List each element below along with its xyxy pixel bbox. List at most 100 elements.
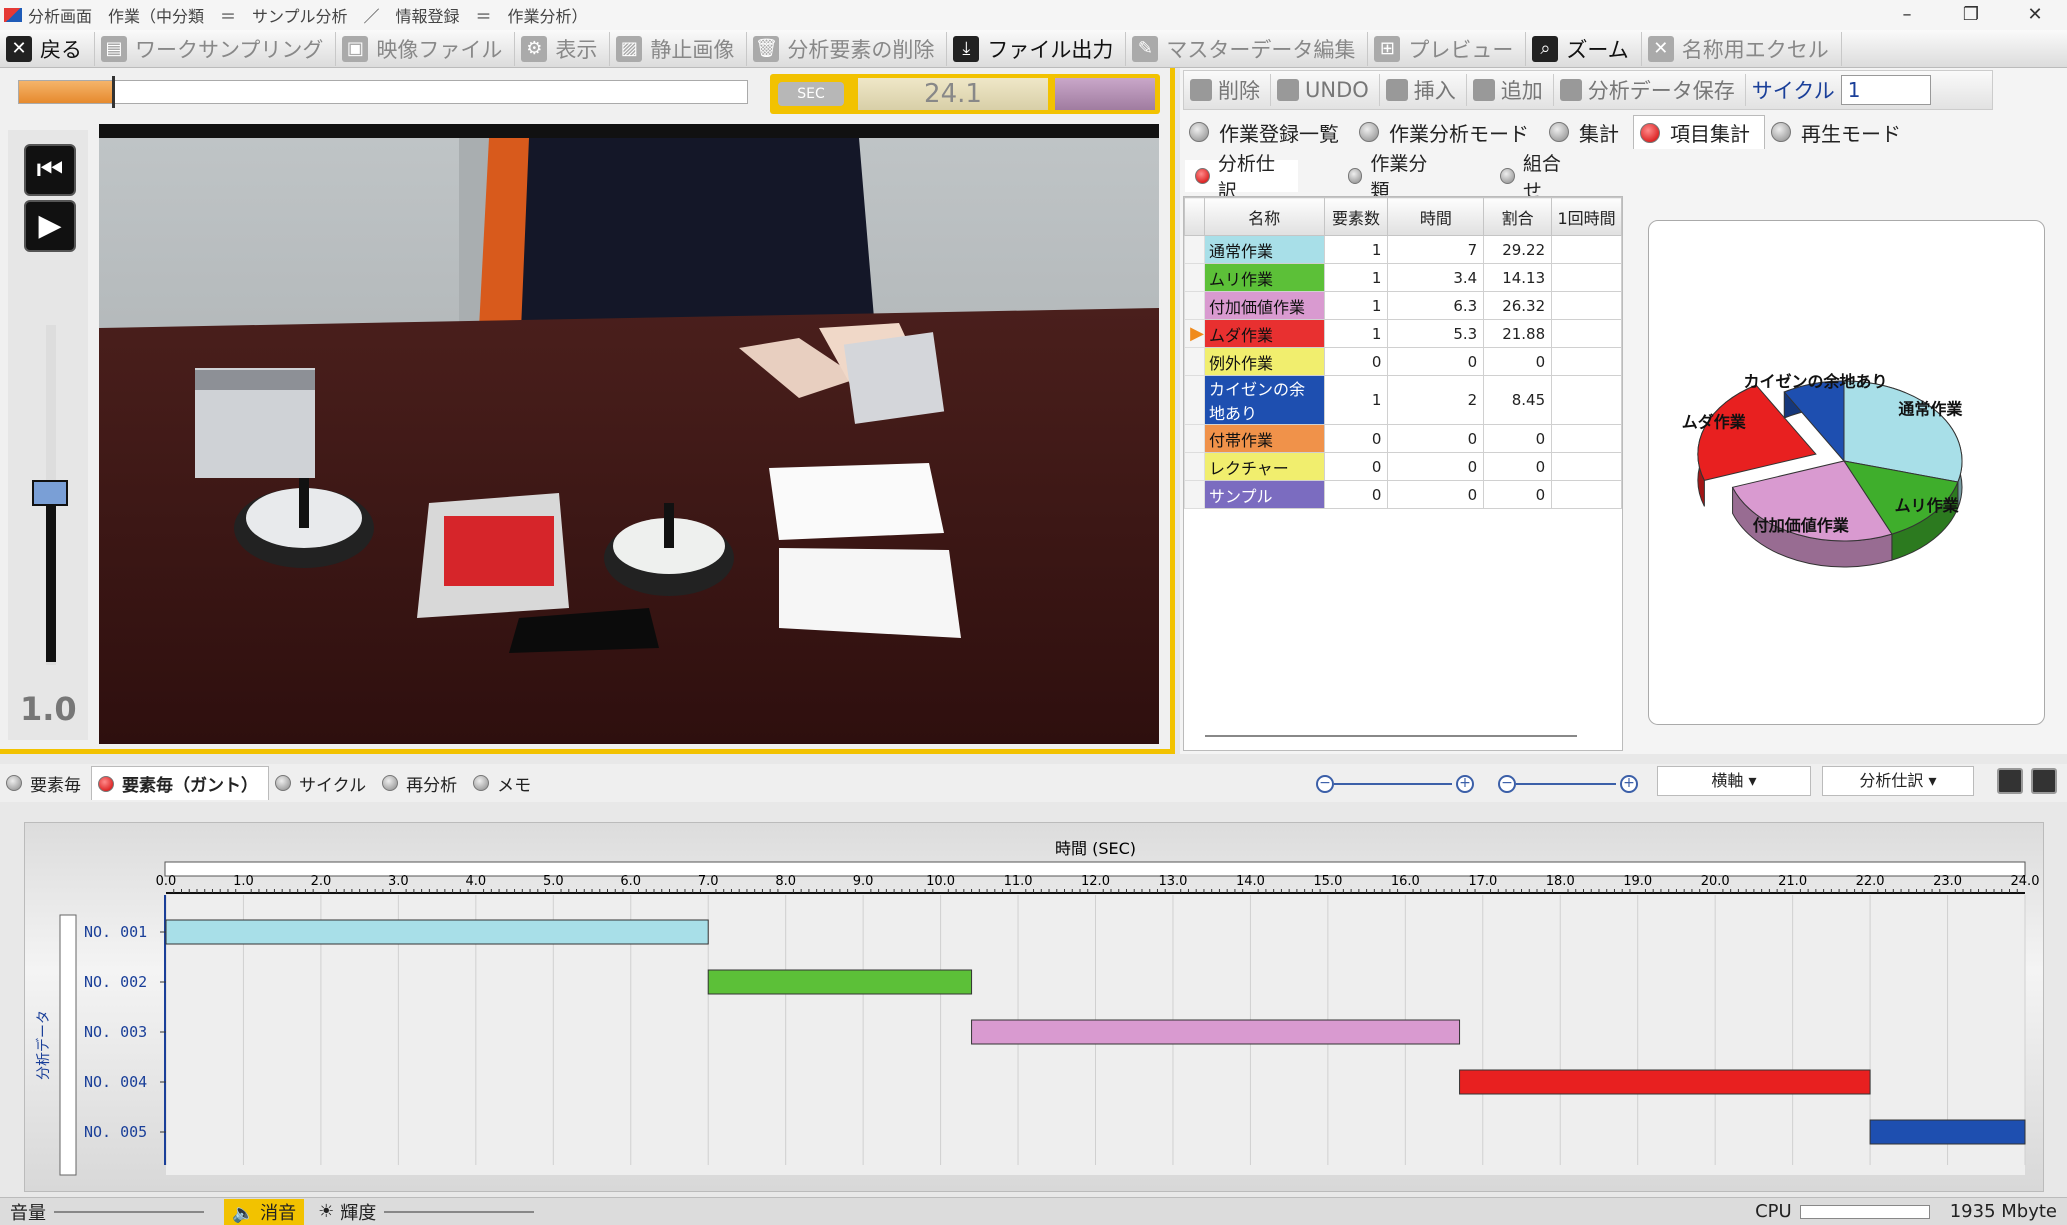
mute-button[interactable]: 🔈 消音 xyxy=(224,1198,305,1225)
gantt-bar[interactable] xyxy=(165,919,709,945)
gantt-tab-0[interactable]: 要素毎 xyxy=(0,766,91,800)
zoom-x-slider[interactable]: − + xyxy=(1316,775,1476,793)
zoom-y-slider[interactable]: − + xyxy=(1498,775,1638,793)
x-tick-label: 24.0 xyxy=(2011,874,2040,889)
speed-slider-knob[interactable] xyxy=(32,480,68,506)
tab-mode-3[interactable]: 項目集計 xyxy=(1633,115,1765,149)
toolbar-button-0[interactable]: ✕ 戻る xyxy=(0,31,95,66)
axis-dropdown[interactable]: 横軸 ▾ xyxy=(1657,766,1811,796)
row-name: ムダ作業 xyxy=(1203,319,1325,348)
volume-slider[interactable] xyxy=(54,1210,204,1213)
cpu-meter xyxy=(1799,1204,1930,1219)
gantt-bar[interactable] xyxy=(1869,1119,2026,1145)
table-row[interactable]: ▶ ムダ作業 1 5.3 21.88 xyxy=(1184,319,1622,348)
speaker-icon: 🔈 xyxy=(232,1202,255,1224)
tab-mode-0[interactable]: 作業登録一覧 xyxy=(1183,115,1353,149)
gantt-tab-4[interactable]: メモ xyxy=(467,766,541,800)
gantt-tab-3[interactable]: 再分析 xyxy=(376,766,467,800)
y-axis-label: 分析データ xyxy=(35,1010,52,1080)
video-still-image xyxy=(99,138,1159,744)
table-row[interactable]: サンプル 0 0 0 xyxy=(1184,480,1622,509)
toolbar-label: 静止画像 xyxy=(650,37,735,62)
row-time: 0 xyxy=(1387,424,1485,453)
zoom-in-icon[interactable]: + xyxy=(1456,775,1474,793)
x-tick-label: 21.0 xyxy=(1778,874,1807,889)
table-row[interactable]: ムリ作業 1 3.4 14.13 xyxy=(1184,263,1622,292)
panel-expand-button[interactable] xyxy=(2031,768,2057,794)
toolbar-button-9[interactable]: ⌕ ズーム xyxy=(1526,31,1642,66)
delete-button[interactable]: 削除 xyxy=(1184,74,1271,106)
play-button[interactable]: ▶ xyxy=(24,200,76,252)
toolbar-button-2[interactable]: ▣ 映像ファイル xyxy=(336,31,516,66)
col-name-header[interactable]: 名称 xyxy=(1203,197,1325,236)
toolbar-button-4[interactable]: ▨ 静止画像 xyxy=(610,31,748,66)
table-scrollbar[interactable] xyxy=(1205,735,1577,737)
x-tick-label: 7.0 xyxy=(698,874,719,889)
tab-mode-2[interactable]: 集計 xyxy=(1543,115,1633,149)
gantt-bar[interactable] xyxy=(971,1019,1461,1045)
table-row[interactable]: 通常作業 1 7 29.22 xyxy=(1184,235,1622,264)
table-row[interactable]: 付帯作業 0 0 0 xyxy=(1184,424,1622,453)
play-icon: ▶ xyxy=(38,208,62,243)
tab-mode-1[interactable]: 作業分析モード xyxy=(1353,115,1543,149)
row-label: NO. 001 xyxy=(84,923,147,941)
col-per-time-header[interactable]: 1回時間 xyxy=(1551,197,1622,236)
x-tick-label: 12.0 xyxy=(1081,874,1110,889)
gantt-tab-2[interactable]: サイクル xyxy=(269,766,376,800)
subtab-0[interactable]: 分析仕訳 xyxy=(1185,153,1298,202)
radio-icon xyxy=(1549,122,1569,142)
y-scrollbar[interactable] xyxy=(59,914,77,1176)
edit-toolbar: 削除 UNDO 挿入 追加 分析データ保存 サイクル 1 xyxy=(1183,70,1993,110)
seek-bar[interactable] xyxy=(18,80,748,104)
close-icon[interactable]: ✕ xyxy=(2003,0,2067,30)
zoom-out-icon[interactable]: − xyxy=(1316,775,1334,793)
toolbar-icon: 🗑 xyxy=(753,35,780,62)
toolbar-label: ファイル出力 xyxy=(987,37,1114,62)
toolbar-button-8[interactable]: ⊞ プレビュー xyxy=(1368,31,1527,66)
add-button[interactable]: 追加 xyxy=(1467,74,1554,106)
undo-button[interactable]: UNDO xyxy=(1271,74,1380,106)
gantt-tab-label: メモ xyxy=(497,775,532,796)
table-row[interactable]: 付加価値作業 1 6.3 26.32 xyxy=(1184,291,1622,320)
toolbar-button-7[interactable]: ✎ マスターデータ編集 xyxy=(1126,31,1369,66)
col-time-header[interactable]: 時間 xyxy=(1387,197,1485,236)
zoom-out-icon[interactable]: − xyxy=(1498,775,1516,793)
mode-dropdown-value: 分析仕訳 xyxy=(1859,771,1924,790)
brightness-slider[interactable] xyxy=(384,1210,535,1213)
restore-icon[interactable]: ❐ xyxy=(1939,0,2003,30)
skip-back-button[interactable]: ⏮ xyxy=(24,144,76,196)
gantt-bar[interactable] xyxy=(1459,1069,1871,1095)
toolbar-icon: ▣ xyxy=(342,35,369,62)
toolbar-button-6[interactable]: ⤓ ファイル出力 xyxy=(947,31,1127,66)
toolbar-button-3[interactable]: ⚙ 表示 xyxy=(515,31,611,66)
toolbar-label: 映像ファイル xyxy=(376,37,503,62)
x-tick-label: 14.0 xyxy=(1236,874,1265,889)
table-row[interactable]: カイゼンの余地あり 1 2 8.45 xyxy=(1184,375,1622,425)
subtab-2[interactable]: 組合せ xyxy=(1490,153,1585,202)
col-count-header[interactable]: 要素数 xyxy=(1323,197,1389,236)
row-name: カイゼンの余地あり xyxy=(1203,375,1325,425)
video-frame[interactable] xyxy=(99,124,1159,744)
seek-handle[interactable] xyxy=(112,76,115,108)
gantt-tab-1[interactable]: 要素毎（ガント） xyxy=(91,766,269,800)
gantt-bar[interactable] xyxy=(707,969,973,995)
minimize-icon[interactable]: – xyxy=(1875,0,1939,30)
toolbar-label: 戻る xyxy=(40,37,82,62)
tab-mode-4[interactable]: 再生モード xyxy=(1765,115,1915,149)
table-row[interactable]: レクチャー 0 0 0 xyxy=(1184,452,1622,481)
col-ratio-header[interactable]: 割合 xyxy=(1483,197,1553,236)
toolbar-button-5[interactable]: 🗑 分析要素の削除 xyxy=(747,31,948,66)
zoom-in-icon[interactable]: + xyxy=(1620,775,1638,793)
toolbar-button-10[interactable]: ✕ 名称用エクセル xyxy=(1642,31,1842,66)
row-name: レクチャー xyxy=(1203,452,1325,481)
toolbar-label: ワークサンプリング xyxy=(135,37,324,62)
insert-button[interactable]: 挿入 xyxy=(1380,74,1467,106)
panel-collapse-button[interactable] xyxy=(1997,768,2023,794)
subtab-1[interactable]: 作業分類 xyxy=(1338,153,1451,202)
toolbar-label: プレビュー xyxy=(1408,37,1514,62)
toolbar-button-1[interactable]: ▤ ワークサンプリング xyxy=(95,31,337,66)
save-analysis-button[interactable]: 分析データ保存 xyxy=(1554,74,1746,106)
mode-dropdown[interactable]: 分析仕訳 ▾ xyxy=(1822,766,1974,796)
cycle-select[interactable]: 1 xyxy=(1840,75,1931,105)
table-row[interactable]: 例外作業 0 0 0 xyxy=(1184,347,1622,376)
